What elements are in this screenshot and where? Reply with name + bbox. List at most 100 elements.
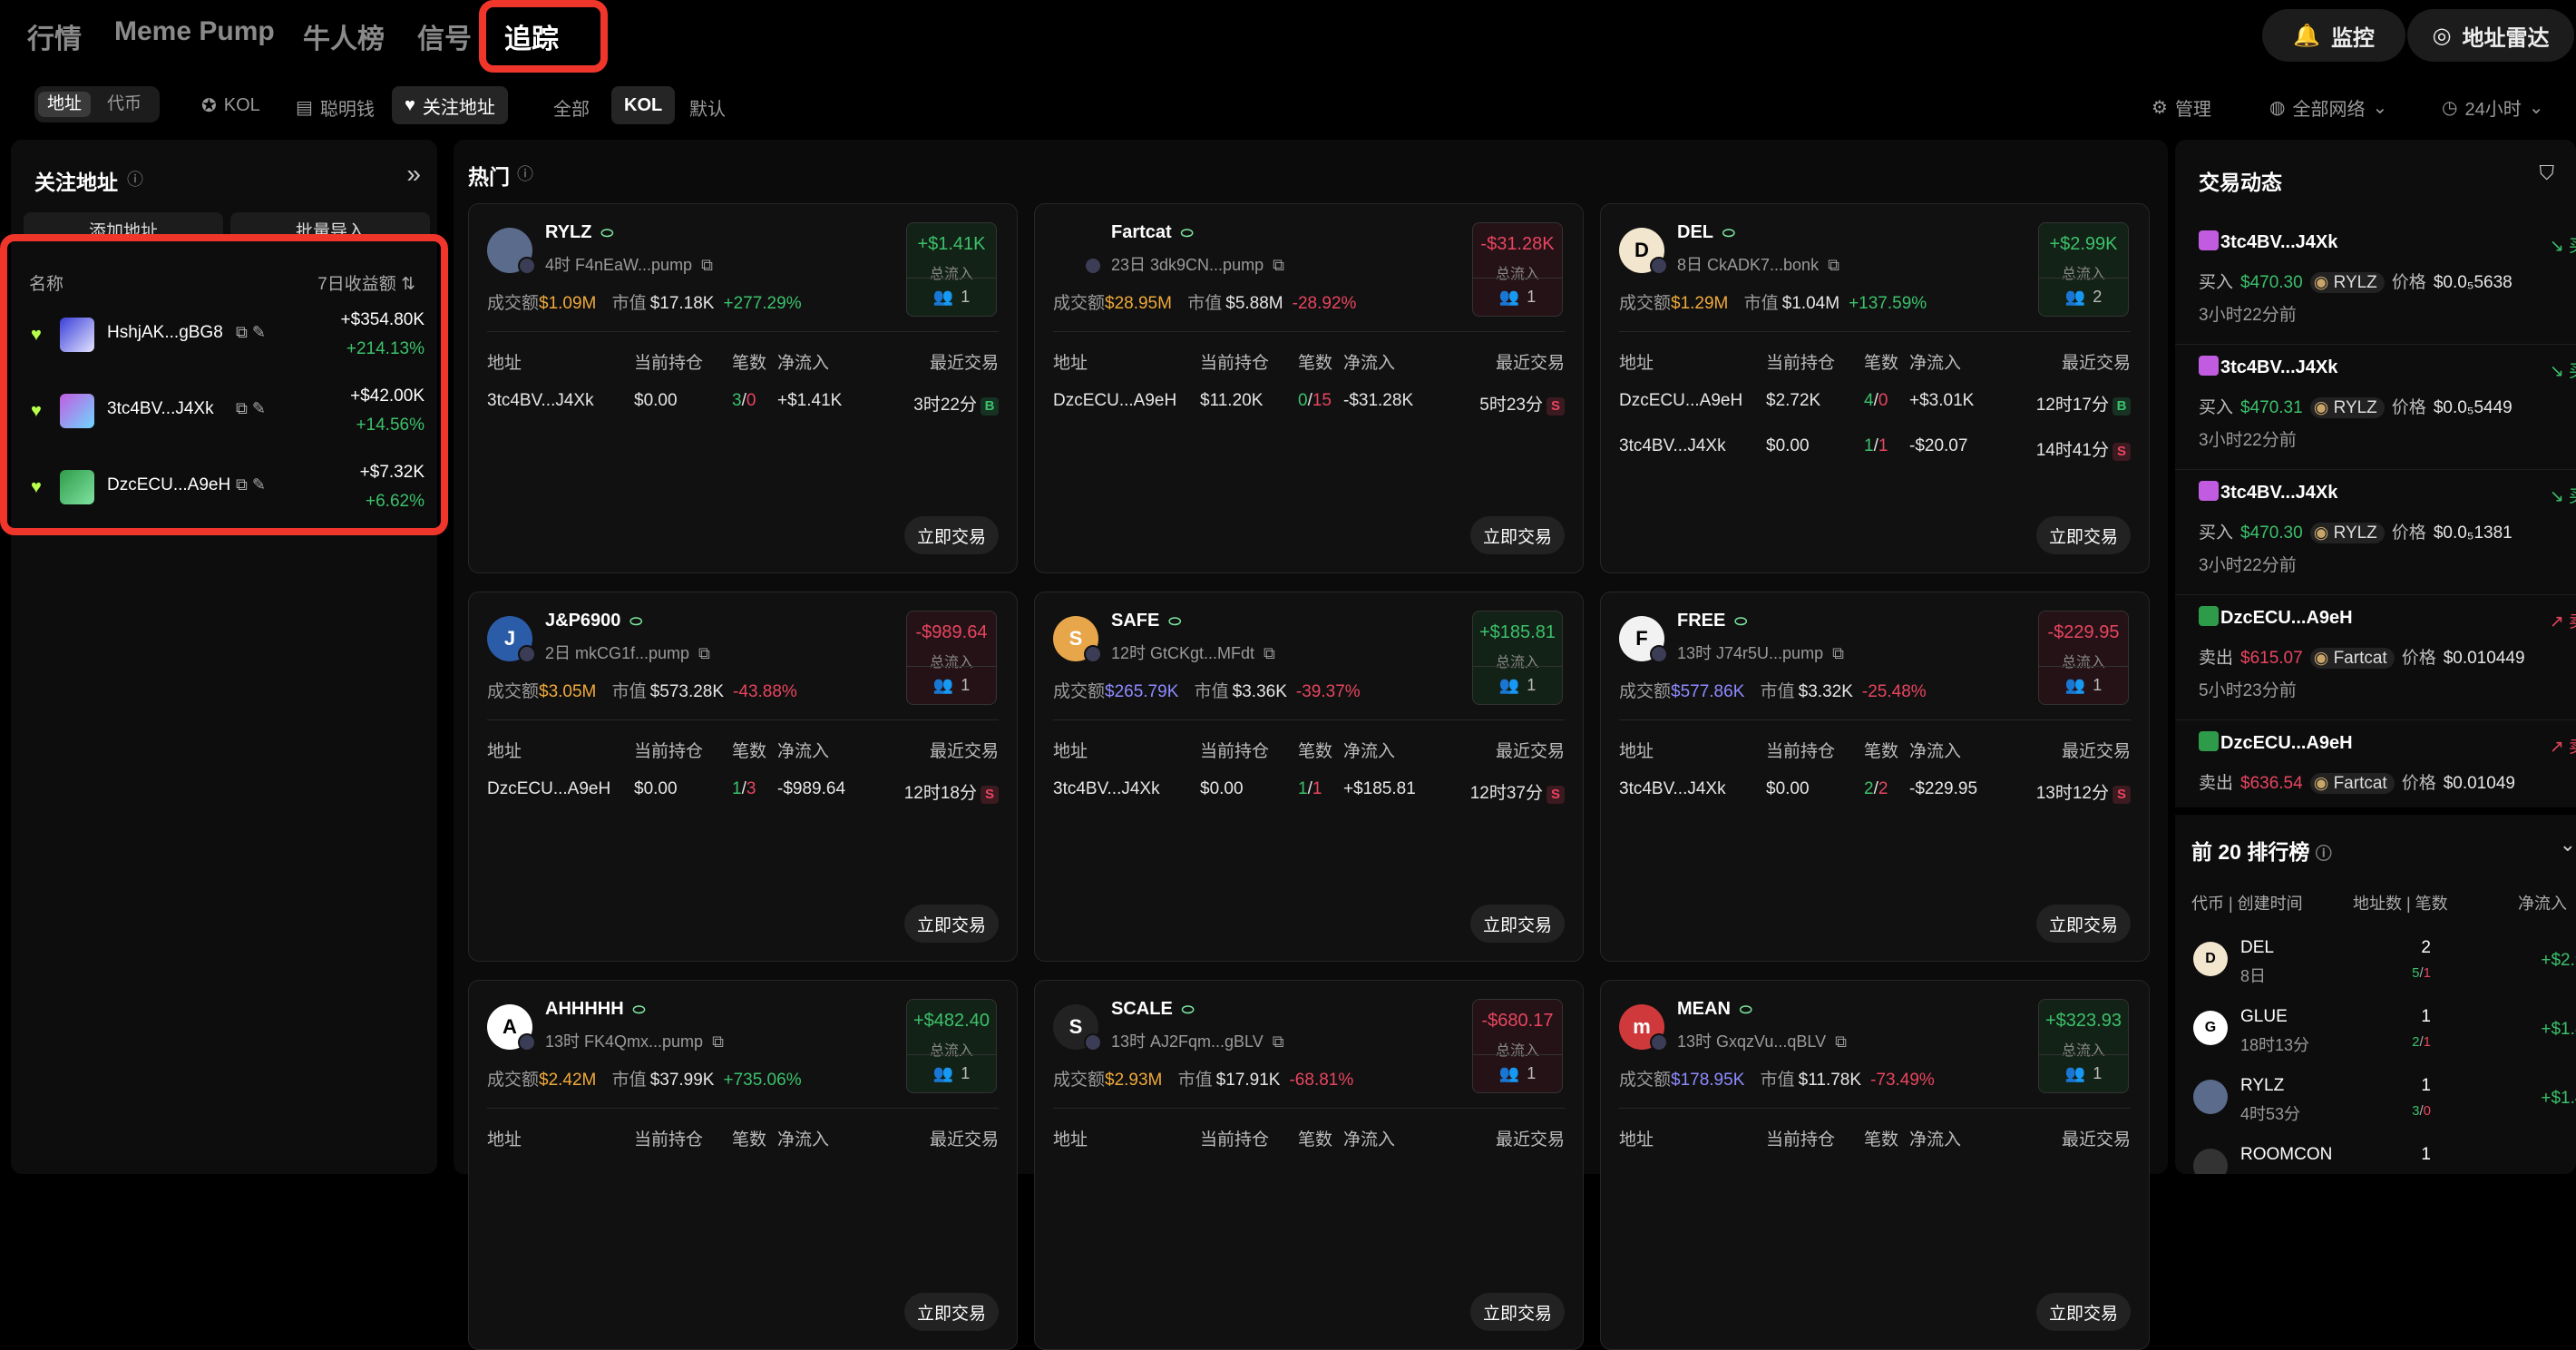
wallet-icon: ▤ [296,98,313,118]
watchlist-row[interactable]: ♥ 3tc4BV...J4Xk ⧉ ✎ +$42.00K +14.56% [11,379,437,452]
nav-signal[interactable]: 信号 [417,16,472,56]
row-address[interactable]: 3tc4BV...J4Xk [1053,779,1160,799]
trade-now-button[interactable]: 立即交易 [2036,1293,2131,1331]
time-select[interactable]: ◷ 24小时 ⌄ [2442,94,2543,121]
trade-now-button[interactable]: 立即交易 [1470,905,1565,943]
wallet-name[interactable]: DzcECU...A9eH [2220,608,2353,629]
wallet-name[interactable]: HshjAK...gBG8 [107,323,223,343]
row-address[interactable]: 3tc4BV...J4Xk [1619,779,1726,799]
rank-row[interactable]: GGLUE18时13分12/1+$1.82 [2175,998,2576,1067]
seg-token[interactable]: 代币 [98,92,151,117]
trade-now-button[interactable]: 立即交易 [1470,1293,1565,1331]
trade-now-button[interactable]: 立即交易 [2036,516,2131,554]
col-header: 地址 [1619,1130,1654,1149]
trade-now-button[interactable]: 立即交易 [1470,516,1565,554]
filter-kol[interactable]: ✪ KOL [201,94,260,117]
token-pill[interactable]: ◉ RYLZ [2309,397,2385,418]
row-address[interactable]: 3tc4BV...J4Xk [1619,436,1726,456]
col-header: 最近交易 [929,354,999,373]
activity-item[interactable]: DzcECU...A9eH ↗ 卖出卖出 $636.54 ◉ Fartcat 价格 $0.… [2175,720,2576,836]
trade-now-button[interactable]: 立即交易 [2036,905,2131,943]
top-nav: 行情 Meme Pump 牛人榜 信号 追踪 🔔 监控 ◎ 地址雷达 [0,0,2576,73]
watchlist-row[interactable]: ♥ DzcECU...A9eH ⧉ ✎ +$7.32K +6.62% [11,455,437,528]
sell-count: 0 [746,391,756,410]
token-name[interactable]: MEAN ⬭ [1677,999,1752,1020]
activity-item[interactable]: DzcECU...A9eH ↗ 卖出卖出 $615.07 ◉ Fartcat 价格 $0.… [2175,595,2576,720]
token-age-address: 8日 CkADK7...bonk [1677,256,1820,274]
address-count: 👥 1 [2039,666,2128,704]
wallet-name[interactable]: DzcECU...A9eH [107,475,230,495]
token-name[interactable]: SCALE ⬭ [1111,999,1194,1020]
filter-followed[interactable]: ♥ 关注地址 [392,86,508,124]
filter-kol-box[interactable]: KOL [611,86,676,124]
chevron-icon[interactable]: ⌄ [2560,833,2576,856]
heart-icon[interactable]: ♥ [31,401,42,422]
address-radar-button[interactable]: ◎ 地址雷达 [2407,9,2574,62]
copy-icon[interactable]: ⧉ [1264,644,1275,662]
activity-item[interactable]: 3tc4BV...J4Xk ↘ 买入买入 $470.30 ◉ RYLZ 价格 $0.0₅5… [2175,220,2576,345]
col-7d-pnl[interactable]: 7日收益额 ⇅ [317,270,415,295]
copy-icon[interactable]: ⧉ [1273,256,1284,274]
row-address[interactable]: 3tc4BV...J4Xk [487,391,594,411]
net-inflow-value: +$2.99K [2049,234,2118,254]
watchlist-row[interactable]: ♥ HshjAK...gBG8 ⧉ ✎ +$354.80K +214.13% [11,303,437,376]
wallet-name[interactable]: 3tc4BV...J4Xk [2220,483,2337,504]
heart-icon[interactable]: ♥ [31,477,42,498]
nav-leaderboard[interactable]: 牛人榜 [303,16,385,56]
filter-smart-money[interactable]: ▤ 聪明钱 [296,94,375,121]
copy-icon[interactable]: ⧉ [1835,1032,1847,1051]
row-address[interactable]: DzcECU...A9eH [1053,391,1176,411]
token-name[interactable]: FREE ⬭ [1677,611,1747,631]
token-pill[interactable]: ◉ Fartcat [2309,773,2395,794]
token-name[interactable]: RYLZ ⬭ [545,222,613,243]
trade-now-button[interactable]: 立即交易 [904,905,999,943]
copy-icon[interactable]: ⧉ [712,1032,724,1051]
trade-now-button[interactable]: 立即交易 [904,516,999,554]
copy-icon[interactable]: ⧉ [698,644,710,662]
token-pill[interactable]: ◉ RYLZ [2309,272,2385,293]
token-name[interactable]: DEL ⬭ [1677,222,1735,243]
copy-icon[interactable]: ⧉ [1832,644,1844,662]
rank-row[interactable]: D DEL 8日 2 5/1 +$2.99 [2175,929,2576,998]
copy-icon[interactable]: ⧉ [1828,256,1839,274]
filter-all[interactable]: 全部 [553,94,590,121]
manage-button[interactable]: ⚙ 管理 [2152,94,2211,121]
seg-address[interactable]: 地址 [38,92,92,117]
monitor-button[interactable]: 🔔 监控 [2262,9,2405,62]
row-last-trade: 12时37分 S [1470,779,1565,804]
wallet-name[interactable]: 3tc4BV...J4Xk [107,399,214,419]
wallet-name[interactable]: DzcECU...A9eH [2220,733,2353,754]
filter-default[interactable]: 默认 [689,94,726,121]
nav-market[interactable]: 行情 [27,16,82,56]
wallet-name[interactable]: 3tc4BV...J4Xk [2220,232,2337,253]
copy-icon[interactable]: ⧉ ✎ [236,399,266,418]
users-icon: 👥 [2064,1064,2086,1082]
row-address[interactable]: DzcECU...A9eH [1619,391,1742,411]
row-address[interactable]: DzcECU...A9eH [487,779,610,799]
token-pill[interactable]: ◉ RYLZ [2309,523,2385,543]
rank-row[interactable]: ROOMCON 1 [2175,1136,2576,1174]
network-select[interactable]: ◍ 全部网络 ⌄ [2269,94,2387,121]
copy-icon[interactable]: ⧉ ✎ [236,323,266,342]
rank-row[interactable]: RYLZ 4时53分 1 3/0 +$1.41 [2175,1067,2576,1136]
copy-icon[interactable]: ⧉ [1273,1032,1284,1051]
copy-icon[interactable]: ⧉ [701,256,713,274]
activity-item[interactable]: 3tc4BV...J4Xk ↘ 买入买入 $470.30 ◉ RYLZ 价格 $0.0₅1… [2175,470,2576,595]
copy-icon[interactable]: ⧉ ✎ [236,475,266,494]
activity-item[interactable]: 3tc4BV...J4Xk ↘ 买入买入 $470.31 ◉ RYLZ 价格 $0.0₅5… [2175,345,2576,470]
heart-icon[interactable]: ♥ [31,325,42,346]
wallet-name[interactable]: 3tc4BV...J4Xk [2220,357,2337,378]
filter-icon[interactable]: ⛉ [2539,161,2554,185]
token-name[interactable]: SAFE ⬭ [1111,611,1181,631]
token-pill[interactable]: ◉ Fartcat [2309,648,2395,669]
chevron-down-icon: ⌄ [2528,98,2544,118]
trade-now-button[interactable]: 立即交易 [904,1293,999,1331]
token-name[interactable]: J&P6900 ⬭ [545,611,642,631]
volume-value: $577.86K [1671,682,1745,701]
token-name: DEL [2240,938,2274,957]
nav-meme-pump[interactable]: Meme Pump [114,16,275,47]
token-name[interactable]: Fartcat ⬭ [1111,222,1193,243]
token-name[interactable]: AHHHHH ⬭ [545,999,645,1020]
collapse-icon[interactable]: » [406,160,421,189]
token-age-address: 13时 AJ2Fqm...gBLV [1111,1032,1264,1051]
